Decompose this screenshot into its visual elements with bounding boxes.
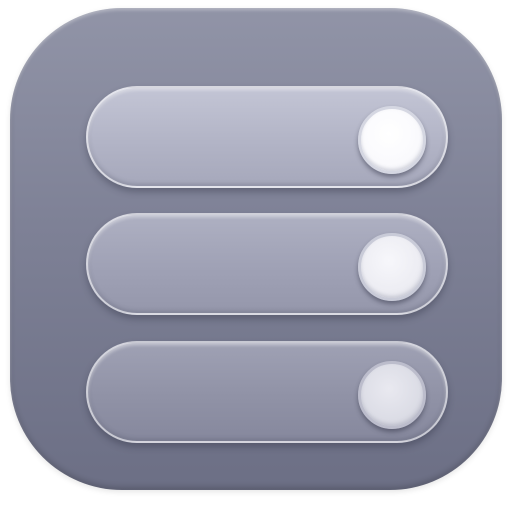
toggle-switch-1-icon: [86, 86, 448, 188]
toggle-knob-2-icon: [358, 233, 426, 301]
canvas: [0, 0, 512, 512]
toggle-knob-1-icon: [358, 106, 426, 174]
toggle-switch-2-icon: [86, 213, 448, 315]
app-icon[interactable]: [10, 8, 502, 490]
toggle-knob-3-icon: [358, 361, 426, 429]
toggle-switch-3-icon: [86, 341, 448, 443]
